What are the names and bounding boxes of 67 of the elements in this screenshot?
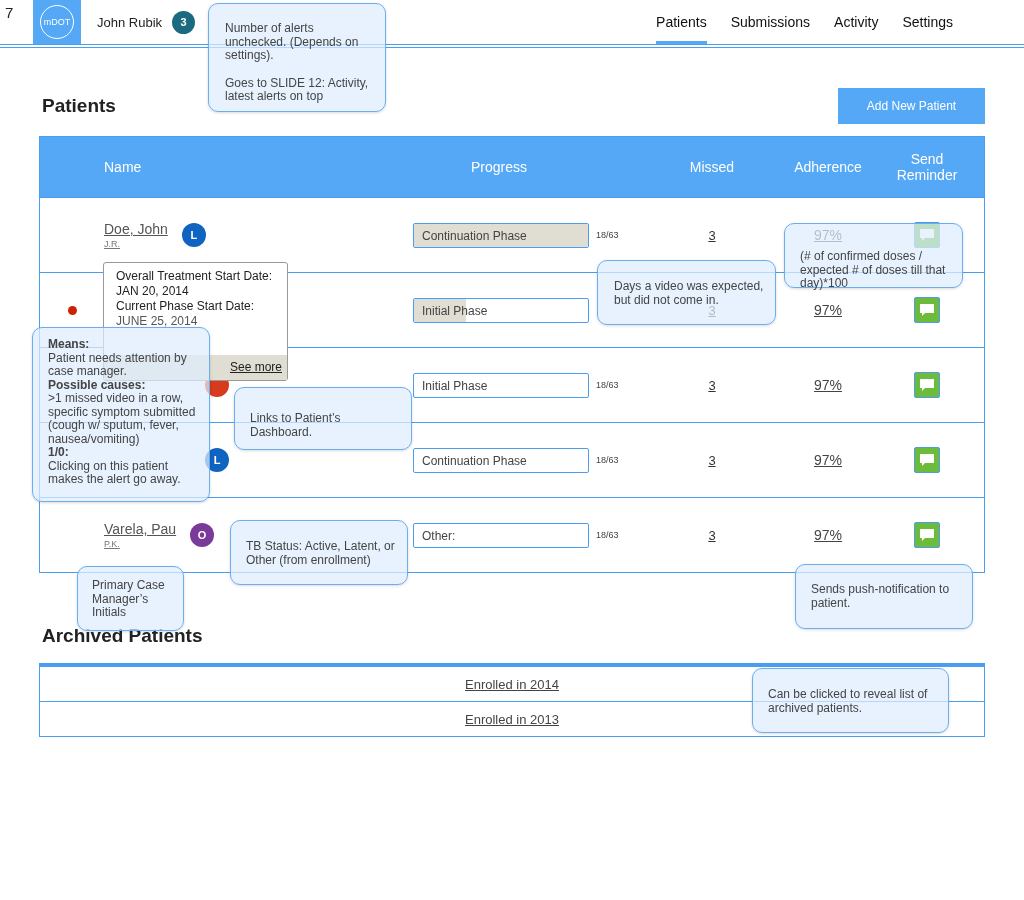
adherence-link[interactable]: 97% [814,452,842,468]
send-reminder-button[interactable] [914,447,940,473]
annotation-text: >1 missed video in a row, specific symptom submitted (cough w/ sputum, fever, nausea/vomiting) [48,392,197,446]
annotation-text: Means: [48,338,90,352]
adherence-link[interactable]: 97% [814,377,842,393]
phase-label: Initial Phase [422,378,488,393]
section-title: Patients [42,95,116,117]
phase-label: Other: [422,528,456,543]
chat-bubble-icon [919,453,935,467]
dose-count: 18/63 [596,455,619,465]
send-reminder-button[interactable] [914,297,940,323]
annotation-text: Sends push-notification to patient. [811,583,951,610]
patient-name-link[interactable]: Doe, John [104,221,168,237]
phase-label: Continuation Phase [422,228,527,243]
popup-text: JUNE 25, 2014 [115,314,199,329]
nav-tab[interactable]: Submissions [730,0,811,44]
archived-year-link[interactable]: Enrolled in 2013 [465,712,559,727]
slide-number: 7 [4,3,15,23]
phase-label: Continuation Phase [422,453,527,468]
tb-status-badge: O [190,523,215,547]
annotation-text: Clicking on this patient makes the alert go away. [48,459,182,487]
tb-status-badge: L [181,223,206,247]
missed-count-link[interactable]: 3 [708,377,716,393]
case-manager-initials[interactable]: J.R. [104,239,120,249]
column-header: Missed [688,159,736,175]
annotation-text: Goes to SLIDE 12: Activity, latest alerts on top [225,76,370,104]
missed-count-link[interactable]: 3 [708,452,716,468]
case-manager-initials[interactable]: P.K. [104,539,120,549]
phase-label: Initial Phase [422,303,488,318]
column-header: Progress [470,159,528,175]
missed-count-link[interactable]: 3 [708,227,716,243]
user-name: John Rubik [97,14,163,30]
send-reminder-button[interactable] [914,522,940,548]
send-reminder-button[interactable] [914,372,940,398]
annotation-text: Can be clicked to reveal list of archived patients. [768,688,929,715]
annotation-text: Days a video was expected, but did not come in. [614,280,765,307]
annotation-text: Patient needs attention by case manager. [48,351,188,379]
patient-name-link[interactable]: Varela, Pau [104,521,177,537]
dose-count: 18/63 [596,380,619,390]
annotation-text: Primary Case Manager’s Initials [92,579,166,620]
annotation-text: 1/0: [48,446,69,460]
chat-bubble-icon [919,303,935,317]
section-title: Archived Patients [42,625,204,647]
popup-text: Current Phase Start Date: [115,299,256,314]
see-more-link[interactable]: See more [229,360,282,375]
nav-tab[interactable]: Settings [902,0,953,44]
adherence-link[interactable]: 97% [814,527,842,543]
adherence-link[interactable]: 97% [814,302,842,318]
alert-count-badge[interactable]: 3 [172,10,196,34]
chat-bubble-icon [919,528,935,542]
column-header: Send Reminder [895,151,959,183]
nav-tab[interactable]: Activity [834,0,879,44]
annotation-text: Number of alerts unchecked. (Depends on settings). [225,22,360,63]
nav-tab[interactable]: Patients [656,0,707,44]
dose-count: 18/63 [596,230,619,240]
popup-text: JAN 20, 2014 [115,284,190,299]
column-header: Adherence [793,159,863,175]
archived-year-link[interactable]: Enrolled in 2014 [465,677,559,692]
annotation-text: (# of confirmed doses / expected # of doses till that day)*100 [800,250,947,291]
annotation-text: Possible causes: [48,378,146,392]
dose-count: 18/63 [596,530,619,540]
missed-count-link[interactable]: 3 [708,527,716,543]
popup-text: Overall Treatment Start Date: [115,269,274,284]
annotation-text: Links to Patient’s Dashboard. [250,412,342,439]
annotation-text: TB Status: Active, Latent, or Other (from enrollment) [246,540,396,567]
chat-bubble-icon [919,378,935,392]
column-header: Name [104,159,143,175]
